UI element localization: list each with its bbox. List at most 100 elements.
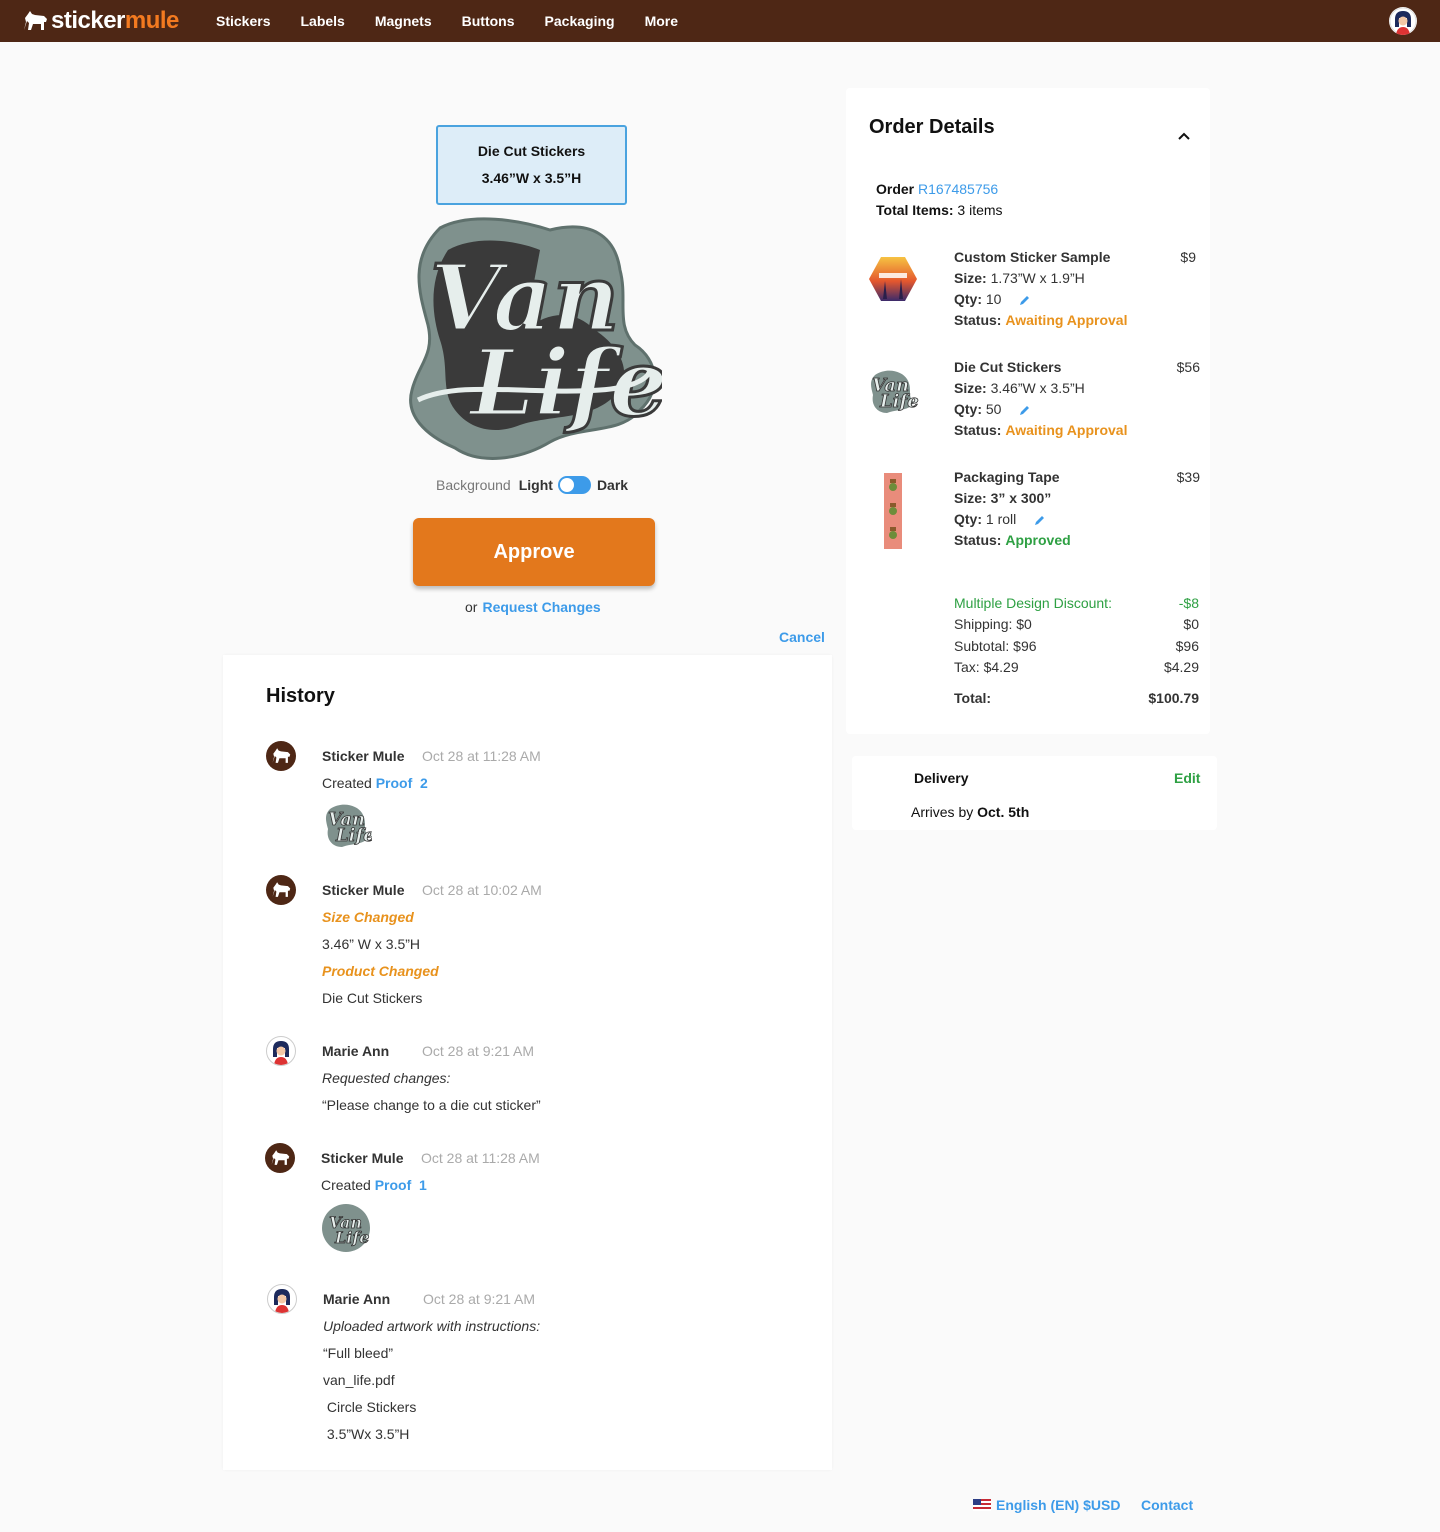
qty-value: 1 roll — [985, 511, 1017, 527]
total-value: $100.79 — [1148, 690, 1199, 706]
order-number-link[interactable]: R167485756 — [918, 181, 998, 197]
sticker-mule-avatar — [266, 875, 296, 905]
sticker-mule-logo[interactable]: stickermule — [22, 7, 179, 35]
history-author: Sticker Mule — [321, 1150, 404, 1166]
subtotal-label: Subtotal: $96 — [954, 638, 1037, 654]
history-entry: Marie Ann Oct 28 at 9:21 AM Requested ch… — [266, 1036, 766, 1116]
item-size: Size: 1.73”W x 1.9”H — [954, 270, 1085, 286]
background-switch[interactable] — [557, 476, 591, 494]
order-item: Van Life Die Cut Stickers $56 Size: 3.46… — [846, 359, 1210, 449]
qty-value: 50 — [985, 401, 1002, 417]
request-changes-row: or Request Changes — [465, 599, 601, 615]
proof-thumbnail[interactable]: Van Life — [322, 799, 372, 849]
product-changed-value: Die Cut Stickers — [322, 990, 423, 1006]
qty-label: Qty: — [954, 511, 982, 527]
created-text: Created — [322, 775, 372, 791]
delivery-arrives: Arrives by Oct. 5th — [911, 804, 1029, 820]
nav-item-more[interactable]: More — [645, 13, 678, 29]
item-name: Custom Sticker Sample — [954, 249, 1111, 265]
created-text: Created — [321, 1177, 371, 1193]
history-author: Sticker Mule — [322, 882, 405, 898]
request-changes-link[interactable]: Request Changes — [482, 599, 600, 615]
size-value: 1.73”W x 1.9”H — [990, 270, 1085, 286]
item-name: Packaging Tape — [954, 469, 1060, 485]
proof-preview-image: Van Life — [409, 217, 662, 460]
subtotal-row: Subtotal: $96 $96 — [954, 638, 1199, 654]
product-changed-label: Product Changed — [322, 963, 439, 979]
order-details-title: Order Details — [869, 116, 995, 138]
item-size: Size: 3.46”W x 3.5”H — [954, 380, 1085, 396]
user-avatar[interactable] — [1389, 7, 1417, 35]
background-dark-label[interactable]: Dark — [597, 477, 628, 493]
item-price: $9 — [1180, 249, 1196, 265]
user-avatar-icon — [1389, 7, 1417, 35]
product-name: Die Cut Stickers — [477, 143, 586, 159]
qty-label: Qty: — [954, 401, 982, 417]
background-label: Background — [436, 477, 511, 493]
order-item: Custom Sticker Sample $9 Size: 1.73”W x … — [846, 249, 1210, 339]
status-label: Status: — [954, 422, 1002, 438]
history-created-line: Created Proof 1 — [321, 1177, 427, 1193]
proof-number[interactable]: 2 — [420, 775, 428, 791]
qty-label: Qty: — [954, 291, 982, 307]
chevron-up-icon[interactable] — [1178, 132, 1190, 140]
tax-label: Tax: $4.29 — [954, 659, 1019, 675]
item-price: $39 — [1176, 469, 1200, 485]
proof-thumbnail[interactable]: Van Life — [321, 1203, 371, 1253]
edit-pencil-icon[interactable] — [1019, 404, 1031, 416]
logo-text-part2: mule — [124, 7, 180, 34]
discount-label: Multiple Design Discount: — [954, 595, 1112, 611]
history-author: Sticker Mule — [322, 748, 405, 764]
history-author: Marie Ann — [322, 1043, 390, 1059]
subtotal-value: $96 — [1175, 638, 1199, 654]
or-text: or — [465, 599, 478, 615]
item-name: Die Cut Stickers — [954, 359, 1062, 375]
total-items-value: 3 items — [957, 202, 1003, 218]
language-selector[interactable]: English (EN) $USD — [973, 1497, 1120, 1513]
language-label: English (EN) $USD — [996, 1497, 1121, 1513]
svg-text:Life: Life — [879, 391, 919, 412]
history-panel: History Sticker Mule Oct 28 at 11:28 AM … — [223, 655, 832, 1470]
history-note: Requested changes: — [322, 1070, 451, 1086]
nav-item-buttons[interactable]: Buttons — [462, 13, 515, 29]
history-author: Marie Ann — [323, 1291, 391, 1307]
mule-logo-icon — [24, 11, 47, 30]
status-label: Status: — [954, 312, 1002, 328]
svg-text:Life: Life — [334, 1228, 369, 1247]
proof-link[interactable]: Proof — [375, 1177, 412, 1193]
background-toggle: Background Light Dark — [436, 475, 628, 495]
nav-item-packaging[interactable]: Packaging — [545, 13, 615, 29]
edit-pencil-icon[interactable] — [1019, 294, 1031, 306]
background-light-label[interactable]: Light — [519, 477, 553, 493]
arrives-date: Oct. 5th — [977, 804, 1030, 820]
delivery-edit-link[interactable]: Edit — [1174, 770, 1200, 786]
history-title: History — [266, 685, 335, 707]
nav-item-magnets[interactable]: Magnets — [375, 13, 432, 29]
logo-text: stickermule — [51, 7, 179, 35]
history-note: Uploaded artwork with instructions: — [323, 1318, 541, 1334]
approve-button[interactable]: Approve — [413, 518, 655, 586]
contact-link[interactable]: Contact — [1141, 1497, 1193, 1513]
item-status: Status: Awaiting Approval — [954, 312, 1127, 328]
nav-item-stickers[interactable]: Stickers — [216, 13, 270, 29]
marie-ann-avatar — [267, 1284, 297, 1314]
proof-number[interactable]: 1 — [419, 1177, 427, 1193]
edit-pencil-icon[interactable] — [1034, 514, 1046, 526]
switch-knob — [559, 478, 574, 492]
cancel-link[interactable]: Cancel — [779, 629, 825, 645]
history-instruction: “Full bleed” — [323, 1345, 394, 1361]
nav-item-labels[interactable]: Labels — [300, 13, 344, 29]
marie-ann-avatar — [266, 1036, 296, 1066]
shipping-label: Shipping: $0 — [954, 616, 1032, 632]
svg-text:Life: Life — [335, 825, 372, 846]
mule-icon — [272, 882, 291, 897]
product-summary-box: Die Cut Stickers 3.46”W x 3.5”H — [436, 125, 627, 205]
proof-link[interactable]: Proof — [376, 775, 413, 791]
order-details-panel: Order Details Order R167485756 Total Ite… — [846, 88, 1210, 734]
shipping-value: $0 — [1183, 616, 1199, 632]
item-qty: Qty: 10 — [954, 291, 1031, 307]
arrives-prefix: Arrives by — [911, 804, 974, 820]
discount-row: Multiple Design Discount: -$8 — [954, 595, 1199, 611]
status-value: Approved — [1005, 532, 1071, 548]
history-entry: Sticker Mule Oct 28 at 10:02 AM Size Cha… — [266, 875, 766, 1015]
